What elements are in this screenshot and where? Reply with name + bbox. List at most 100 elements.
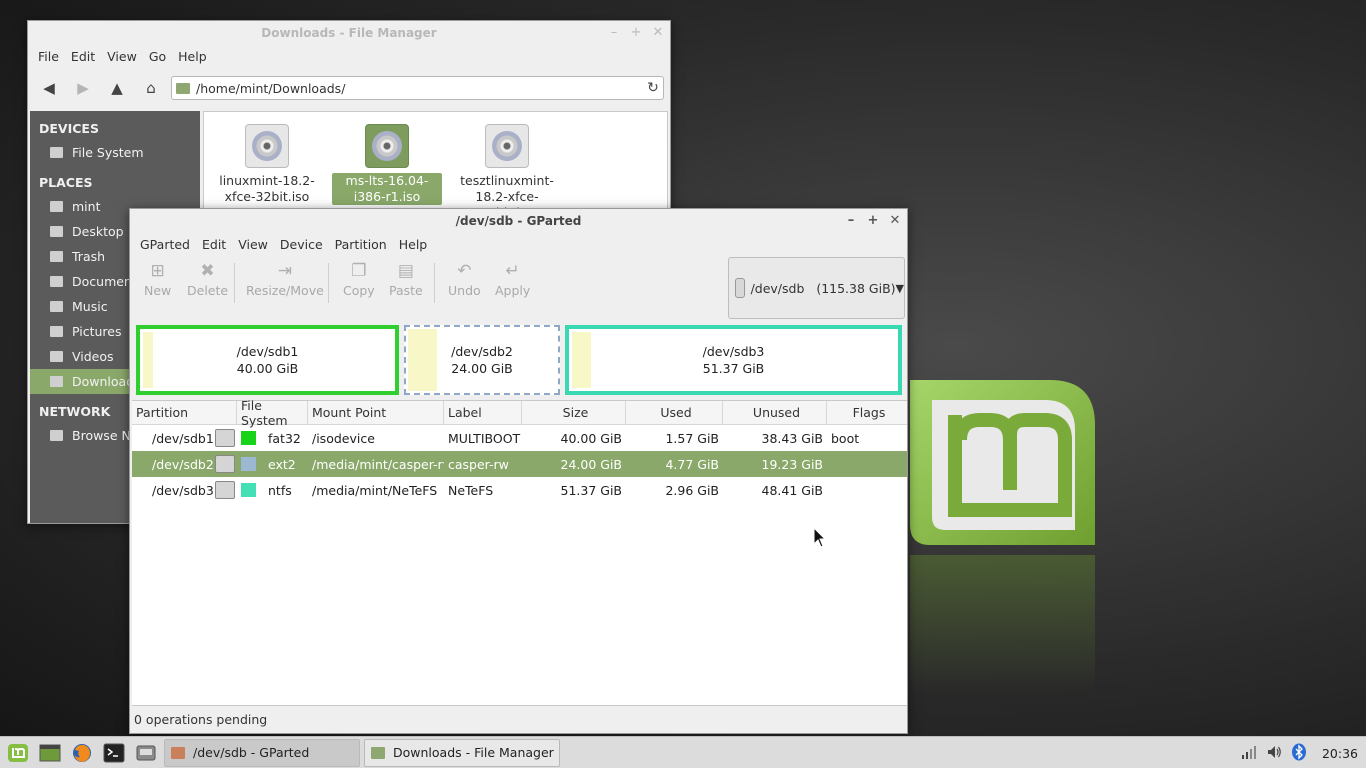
delete-label: Delete bbox=[187, 283, 229, 298]
menu-file[interactable]: File bbox=[32, 49, 65, 64]
table-row[interactable]: /dev/sdb3 ntfs /media/mint/NeTeFS NeTeFS… bbox=[132, 477, 907, 503]
partition-table: Partition File System Mount Point Label … bbox=[132, 398, 907, 706]
size-cell: 40.00 GiB bbox=[560, 430, 623, 446]
fs-cell: fat32 bbox=[268, 430, 301, 446]
mouse-cursor-icon bbox=[813, 527, 827, 548]
copy-button[interactable]: ❐ Copy bbox=[343, 259, 375, 298]
column-used[interactable]: Used bbox=[626, 401, 723, 424]
sidebar-item-file-system[interactable]: File System bbox=[30, 140, 200, 165]
menu-edit[interactable]: Edit bbox=[196, 237, 232, 252]
task-gparted[interactable]: /dev/sdb - GParted bbox=[164, 738, 360, 767]
resize-move-button[interactable]: ⇥ Resize/Move bbox=[246, 259, 324, 298]
location-path[interactable]: /home/mint/Downloads/ bbox=[196, 81, 643, 96]
lock-icon bbox=[215, 455, 235, 473]
column-flags[interactable]: Flags bbox=[827, 401, 907, 424]
file-manager-menubar: File Edit View Go Help bbox=[28, 45, 670, 67]
folder-icon bbox=[176, 82, 190, 94]
network-icon bbox=[50, 430, 63, 441]
sidebar-item-label: Trash bbox=[72, 249, 106, 264]
flags-cell: boot bbox=[831, 430, 860, 446]
size-cell: 51.37 GiB bbox=[560, 482, 623, 498]
column-file-system[interactable]: File System bbox=[237, 398, 308, 428]
menu-edit[interactable]: Edit bbox=[65, 49, 101, 64]
menu-partition[interactable]: Partition bbox=[329, 237, 393, 252]
file-item[interactable]: linuxmint-18.2-xfce-32bit.iso bbox=[212, 124, 322, 205]
column-unused[interactable]: Unused bbox=[723, 401, 827, 424]
file-manager-launcher-icon[interactable] bbox=[132, 739, 160, 767]
folder-icon bbox=[50, 301, 63, 312]
close-icon[interactable]: ✕ bbox=[652, 26, 664, 39]
copy-icon: ❐ bbox=[351, 261, 367, 281]
sidebar-item-label: mint bbox=[72, 199, 101, 214]
file-item[interactable]: ms-lts-16.04-i386-r1.iso bbox=[332, 124, 442, 205]
new-button[interactable]: ⊞ New bbox=[144, 259, 171, 298]
column-label[interactable]: Label bbox=[444, 401, 522, 424]
used-cell: 2.96 GiB bbox=[665, 482, 719, 498]
paste-label: Paste bbox=[389, 283, 423, 298]
gparted-titlebar[interactable]: /dev/sdb - GParted – + ✕ bbox=[130, 209, 907, 233]
menu-go[interactable]: Go bbox=[143, 49, 172, 64]
drive-icon bbox=[50, 147, 63, 158]
column-mount-point[interactable]: Mount Point bbox=[308, 401, 444, 424]
toolbar-separator bbox=[328, 263, 329, 303]
partition-map-sdb3[interactable]: /dev/sdb3 51.37 GiB bbox=[565, 325, 902, 395]
show-desktop-icon[interactable] bbox=[36, 739, 64, 767]
up-arrow-icon[interactable]: ▲ bbox=[106, 77, 128, 99]
device-selector-label: /dev/sdb (115.38 GiB) bbox=[750, 280, 896, 296]
delete-icon: ✖ bbox=[200, 261, 215, 281]
partition-cell: /dev/sdb3 bbox=[152, 482, 214, 498]
file-view: linuxmint-18.2-xfce-32bit.iso ms-lts-16.… bbox=[203, 111, 668, 220]
task-file-manager[interactable]: Downloads - File Manager bbox=[364, 738, 560, 767]
folder-icon bbox=[50, 351, 63, 362]
mint-menu-icon[interactable] bbox=[4, 739, 32, 767]
disc-image-icon bbox=[245, 124, 289, 168]
delete-button[interactable]: ✖ Delete bbox=[187, 259, 228, 298]
menu-help[interactable]: Help bbox=[393, 237, 434, 252]
device-selector[interactable]: /dev/sdb (115.38 GiB) ▼ bbox=[728, 257, 905, 319]
minimize-icon[interactable]: – bbox=[845, 214, 857, 227]
taskbar: /dev/sdb - GParted Downloads - File Mana… bbox=[0, 736, 1366, 768]
file-manager-titlebar[interactable]: Downloads - File Manager – + ✕ bbox=[28, 21, 670, 45]
menu-help[interactable]: Help bbox=[172, 49, 213, 64]
copy-label: Copy bbox=[343, 283, 375, 298]
close-icon[interactable]: ✕ bbox=[889, 214, 901, 227]
minimize-icon[interactable]: – bbox=[608, 26, 620, 39]
fs-color-swatch bbox=[241, 483, 256, 497]
file-item[interactable]: tesztlinuxmint-18.2-xfce-32bit.iso bbox=[452, 124, 562, 221]
bluetooth-icon[interactable] bbox=[1291, 743, 1307, 764]
new-label: New bbox=[144, 283, 172, 298]
back-arrow-icon[interactable]: ◀ bbox=[38, 77, 60, 99]
paste-button[interactable]: ▤ Paste bbox=[389, 259, 423, 298]
menu-gparted[interactable]: GParted bbox=[134, 237, 196, 252]
menu-view[interactable]: View bbox=[232, 237, 274, 252]
reload-icon[interactable]: ↻ bbox=[643, 80, 663, 96]
terminal-icon[interactable] bbox=[100, 739, 128, 767]
apply-button[interactable]: ↵ Apply bbox=[495, 259, 530, 298]
maximize-icon[interactable]: + bbox=[630, 26, 642, 39]
menu-view[interactable]: View bbox=[101, 49, 143, 64]
partition-size: 24.00 GiB bbox=[451, 361, 513, 376]
partition-map-sdb2[interactable]: /dev/sdb2 24.00 GiB bbox=[404, 325, 560, 395]
maximize-icon[interactable]: + bbox=[867, 214, 879, 227]
network-signal-icon[interactable] bbox=[1241, 744, 1257, 763]
home-icon[interactable]: ⌂ bbox=[140, 77, 162, 99]
mount-cell: /media/mint/NeTeFS bbox=[312, 482, 438, 498]
task-label: /dev/sdb - GParted bbox=[193, 745, 310, 760]
undo-button[interactable]: ↶ Undo bbox=[448, 259, 481, 298]
location-bar[interactable]: /home/mint/Downloads/ ↻ bbox=[171, 76, 664, 100]
used-space-bar bbox=[143, 332, 153, 388]
partition-map-sdb1[interactable]: /dev/sdb1 40.00 GiB bbox=[136, 325, 399, 395]
firefox-icon[interactable] bbox=[68, 739, 96, 767]
clock[interactable]: 20:36 bbox=[1322, 746, 1358, 761]
menu-device[interactable]: Device bbox=[274, 237, 329, 252]
table-row[interactable]: /dev/sdb2 ext2 /media/mint/casper-rw cas… bbox=[132, 451, 907, 477]
column-size[interactable]: Size bbox=[522, 401, 626, 424]
column-partition[interactable]: Partition bbox=[132, 401, 237, 424]
lock-icon bbox=[215, 481, 235, 499]
forward-arrow-icon[interactable]: ▶ bbox=[72, 77, 94, 99]
volume-icon[interactable] bbox=[1266, 744, 1282, 763]
apply-icon: ↵ bbox=[505, 261, 520, 281]
gparted-menubar: GParted Edit View Device Partition Help bbox=[130, 233, 907, 255]
table-row[interactable]: /dev/sdb1 fat32 /isodevice MULTIBOOT 40.… bbox=[132, 425, 907, 451]
fs-cell: ext2 bbox=[268, 456, 296, 472]
